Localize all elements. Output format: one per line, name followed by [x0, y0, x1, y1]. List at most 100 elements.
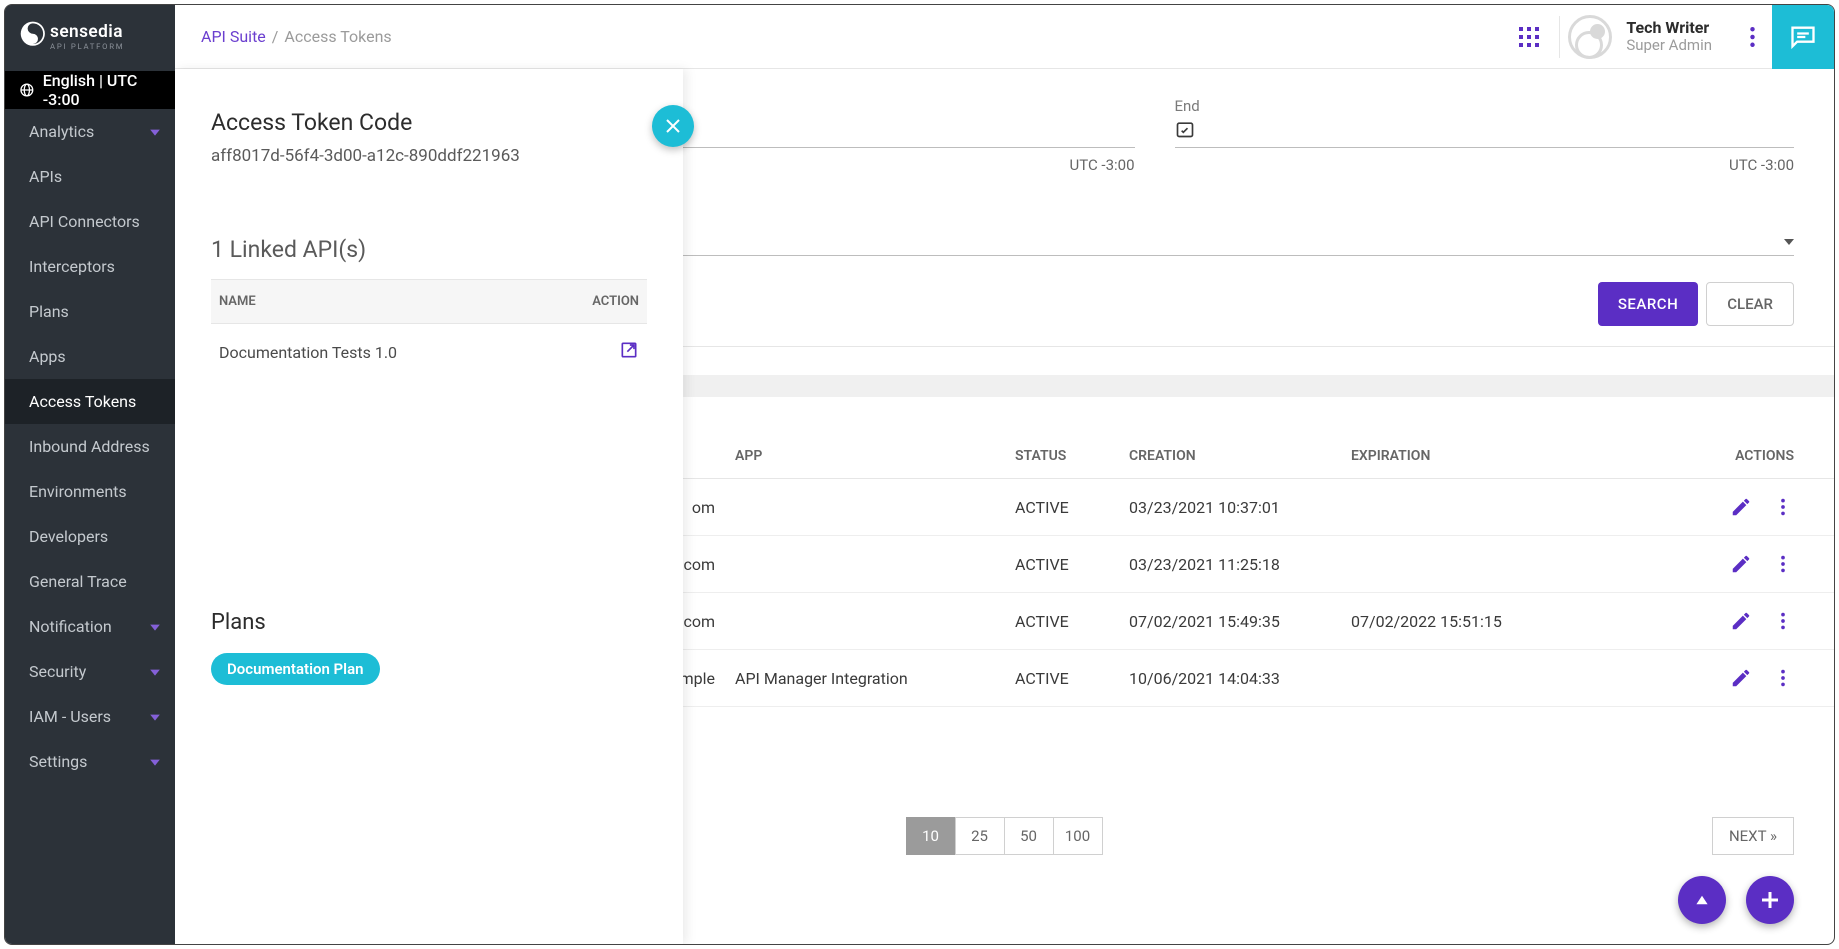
linked-apis-title: 1 Linked API(s)	[211, 236, 647, 263]
row-menu-icon[interactable]	[1772, 496, 1794, 518]
panel-title: Access Token Code	[211, 109, 647, 136]
page-size-25[interactable]: 25	[955, 817, 1005, 855]
header-overflow-button[interactable]	[1732, 17, 1772, 57]
chevron-down-icon	[149, 666, 161, 678]
next-button[interactable]: NEXT »	[1712, 817, 1794, 855]
linked-api-name: Documentation Tests 1.0	[219, 343, 397, 362]
user-menu[interactable]: Tech Writer Super Admin	[1568, 15, 1722, 59]
plus-icon	[1760, 890, 1780, 910]
chevron-down-icon	[149, 711, 161, 723]
sidebar-item-label: Environments	[29, 482, 127, 501]
col-creation: CREATION	[1129, 448, 1351, 464]
dots-vertical-icon	[1750, 27, 1755, 47]
sidebar-item-iam-users[interactable]: IAM - Users	[5, 694, 175, 739]
col-actions: ACTIONS	[1651, 448, 1794, 464]
sidebar-item-analytics[interactable]: Analytics	[5, 109, 175, 154]
sidebar-item-inbound-address[interactable]: Inbound Address	[5, 424, 175, 469]
chevron-up-icon	[1695, 893, 1709, 907]
linked-api-row: Documentation Tests 1.0	[211, 324, 647, 380]
globe-icon	[19, 81, 35, 99]
end-filter[interactable]: End UTC -3:00	[1175, 97, 1795, 174]
avatar-icon	[1568, 15, 1612, 59]
chat-icon	[1789, 23, 1817, 51]
user-role: Super Admin	[1626, 36, 1712, 54]
plan-chip[interactable]: Documentation Plan	[211, 653, 380, 685]
col-status: STATUS	[1015, 448, 1129, 464]
mini-col-action: ACTION	[592, 294, 639, 309]
cell-expiration: 07/02/2022 15:51:15	[1351, 612, 1651, 631]
sidebar: sensedia API PLATFORM English | UTC -3:0…	[5, 5, 175, 944]
sidebar-item-label: Apps	[29, 347, 66, 366]
end-tz: UTC -3:00	[1175, 148, 1795, 174]
edit-icon[interactable]	[1730, 667, 1752, 689]
apps-grid-icon	[1519, 27, 1539, 47]
sidebar-item-settings[interactable]: Settings	[5, 739, 175, 784]
sidebar-item-label: APIs	[29, 167, 62, 186]
page-size-50[interactable]: 50	[1004, 817, 1054, 855]
sidebar-item-label: Developers	[29, 527, 108, 546]
dropdown-icon	[1784, 239, 1794, 245]
svg-text:API PLATFORM: API PLATFORM	[50, 42, 124, 51]
scroll-top-fab[interactable]	[1678, 876, 1726, 924]
col-app: APP	[735, 448, 1015, 464]
sidebar-item-label: Interceptors	[29, 257, 115, 276]
cell-creation: 03/23/2021 10:37:01	[1129, 498, 1351, 517]
locale-label: English | UTC -3:00	[43, 71, 161, 109]
page-size-10[interactable]: 10	[906, 817, 956, 855]
cell-status: ACTIVE	[1015, 555, 1129, 574]
calendar-icon	[1175, 119, 1195, 139]
sidebar-item-label: IAM - Users	[29, 707, 111, 726]
token-code: aff8017d-56f4-3d00-a12c-890ddf221963	[211, 146, 647, 166]
top-header: API Suite / Access Tokens Tech Writer Su…	[175, 5, 1834, 69]
clear-button[interactable]: CLEAR	[1706, 282, 1794, 326]
edit-icon[interactable]	[1730, 496, 1752, 518]
search-button[interactable]: SEARCH	[1598, 282, 1698, 326]
add-fab[interactable]	[1746, 876, 1794, 924]
breadcrumb-root[interactable]: API Suite	[201, 27, 266, 46]
sidebar-item-apps[interactable]: Apps	[5, 334, 175, 379]
sidebar-item-plans[interactable]: Plans	[5, 289, 175, 334]
end-label: End	[1175, 97, 1795, 115]
sidebar-item-label: Plans	[29, 302, 69, 321]
sidebar-item-interceptors[interactable]: Interceptors	[5, 244, 175, 289]
brand-logo: sensedia API PLATFORM	[5, 5, 175, 71]
breadcrumb-sep: /	[272, 27, 279, 46]
sidebar-item-environments[interactable]: Environments	[5, 469, 175, 514]
sensedia-logo-icon: sensedia API PLATFORM	[19, 19, 157, 57]
chat-button[interactable]	[1772, 5, 1834, 69]
cell-status: ACTIVE	[1015, 612, 1129, 631]
sidebar-item-apis[interactable]: APIs	[5, 154, 175, 199]
sidebar-item-label: General Trace	[29, 572, 127, 591]
breadcrumb-current: Access Tokens	[284, 27, 391, 46]
row-menu-icon[interactable]	[1772, 667, 1794, 689]
edit-icon[interactable]	[1730, 610, 1752, 632]
close-panel-button[interactable]	[652, 105, 694, 147]
svg-text:sensedia: sensedia	[50, 22, 123, 42]
chevron-down-icon	[149, 621, 161, 633]
user-name: Tech Writer	[1626, 19, 1712, 37]
apps-grid-button[interactable]	[1518, 16, 1560, 58]
cell-app: API Manager Integration	[735, 669, 1015, 688]
app-filter[interactable]: App	[515, 224, 1794, 256]
sidebar-item-api-connectors[interactable]: API Connectors	[5, 199, 175, 244]
edit-icon[interactable]	[1730, 553, 1752, 575]
cell-creation: 10/06/2021 14:04:33	[1129, 669, 1351, 688]
locale-selector[interactable]: English | UTC -3:00	[5, 71, 175, 109]
sidebar-item-access-tokens[interactable]: Access Tokens	[5, 379, 175, 424]
sidebar-item-security[interactable]: Security	[5, 649, 175, 694]
chevron-down-icon	[149, 756, 161, 768]
nav-list: Analytics APIs API Connectors Interceptors P…	[5, 109, 175, 784]
page-size-100[interactable]: 100	[1053, 817, 1103, 855]
cell-status: ACTIVE	[1015, 498, 1129, 517]
sidebar-item-notification[interactable]: Notification	[5, 604, 175, 649]
sidebar-item-label: Security	[29, 662, 86, 681]
open-external-icon	[619, 340, 639, 360]
sidebar-item-developers[interactable]: Developers	[5, 514, 175, 559]
sidebar-item-general-trace[interactable]: General Trace	[5, 559, 175, 604]
cell-creation: 03/23/2021 11:25:18	[1129, 555, 1351, 574]
row-menu-icon[interactable]	[1772, 553, 1794, 575]
sidebar-item-label: Analytics	[29, 122, 94, 141]
row-menu-icon[interactable]	[1772, 610, 1794, 632]
plans-title: Plans	[211, 610, 647, 635]
open-api-button[interactable]	[619, 340, 639, 364]
